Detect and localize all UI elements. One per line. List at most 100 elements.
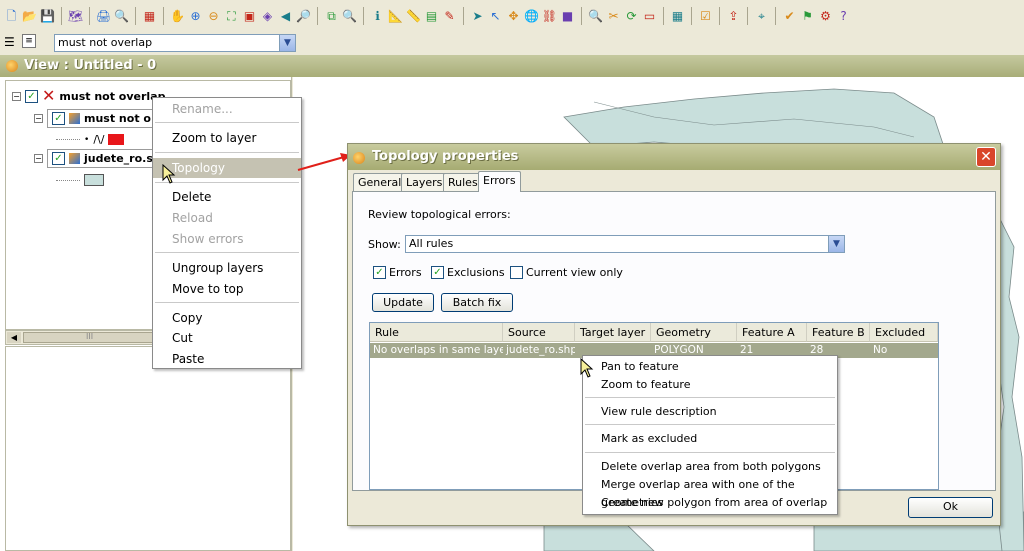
- menu-item-rename[interactable]: Rename...: [153, 99, 301, 119]
- collapse-icon[interactable]: −: [34, 154, 43, 163]
- save-icon[interactable]: 💾: [40, 8, 55, 23]
- pointer-icon[interactable]: ➤: [470, 8, 485, 23]
- pencil-icon[interactable]: ✎: [442, 8, 457, 23]
- link-icon[interactable]: ⛓: [542, 8, 557, 23]
- move-icon[interactable]: ✥: [506, 8, 521, 23]
- search-icon[interactable]: 🔎: [296, 8, 311, 23]
- zoom-window-icon[interactable]: ⧉: [324, 8, 339, 23]
- checkbox-checked-icon[interactable]: ✓: [373, 266, 386, 279]
- tab-general[interactable]: General: [353, 173, 407, 192]
- layers-icon[interactable]: 🗺: [68, 8, 83, 23]
- back-icon[interactable]: ◀: [278, 8, 293, 23]
- update-button[interactable]: Update: [372, 293, 434, 312]
- gray-square-icon[interactable]: ■: [560, 8, 575, 23]
- gear-icon[interactable]: ⚙: [818, 8, 833, 23]
- new-icon[interactable]: 🗋: [4, 8, 19, 23]
- layer-list-icon[interactable]: ≡: [22, 34, 36, 48]
- target-icon[interactable]: ⌖: [754, 8, 769, 23]
- column-header-source-layer[interactable]: Source layer: [503, 323, 575, 358]
- zoom-page-icon[interactable]: 🔍: [114, 8, 129, 23]
- open-icon[interactable]: 📂: [22, 8, 37, 23]
- show-rules-select[interactable]: All rules ▼: [405, 235, 845, 253]
- menu-item-view-rule-description[interactable]: View rule description: [583, 403, 837, 421]
- layer-select[interactable]: must not overlap ▼: [54, 34, 296, 52]
- menu-item-pan-to-feature[interactable]: Pan to feature: [583, 358, 837, 376]
- scroll-left-icon[interactable]: ◀: [7, 332, 21, 343]
- chevron-down-icon[interactable]: ▼: [279, 35, 295, 51]
- topology-visibility-checkbox[interactable]: ✓: [25, 89, 38, 103]
- edit-layers-icon[interactable]: ☰: [4, 35, 15, 49]
- layer-stack-icon[interactable]: ◈: [260, 8, 275, 23]
- error-flag-icon[interactable]: ⚑: [800, 8, 815, 23]
- select-icon[interactable]: ▣: [242, 8, 257, 23]
- menu-item-delete-overlap[interactable]: Delete overlap area from both polygons: [583, 458, 837, 476]
- menu-item-zoom-to-layer[interactable]: Zoom to layer: [153, 128, 301, 148]
- rotate-icon[interactable]: ⟳: [624, 8, 639, 23]
- column-header-rule[interactable]: Rule: [370, 323, 503, 342]
- globe-icon[interactable]: 🌐: [524, 8, 539, 23]
- tab-rules[interactable]: Rules: [443, 173, 483, 192]
- menu-item-delete[interactable]: Delete: [153, 187, 301, 207]
- checklist-icon[interactable]: ☑: [698, 8, 713, 23]
- tab-layers[interactable]: Layers: [401, 173, 448, 192]
- checkbox-unchecked-icon[interactable]: [510, 266, 523, 279]
- scroll-thumb[interactable]: III: [23, 332, 163, 343]
- column-header-target-layer[interactable]: Target layer: [575, 323, 651, 342]
- layer1-visibility-checkbox[interactable]: ✓: [52, 112, 65, 125]
- chevron-down-icon[interactable]: ▼: [828, 236, 844, 252]
- exclusions-checkbox[interactable]: ✓ Exclusions: [431, 266, 505, 279]
- errors-checkbox[interactable]: ✓ Errors: [373, 266, 422, 279]
- close-icon[interactable]: ✕: [976, 147, 996, 167]
- menu-item-show-errors[interactable]: Show errors: [153, 229, 301, 249]
- menu-item-reload[interactable]: Reload: [153, 208, 301, 228]
- current-view-only-checkbox[interactable]: Current view only: [510, 266, 623, 279]
- properties-icon[interactable]: ▦: [142, 8, 157, 23]
- table-icon[interactable]: ▤: [424, 8, 439, 23]
- layer2-visibility-checkbox[interactable]: ✓: [52, 152, 65, 165]
- batch-fix-button[interactable]: Batch fix: [441, 293, 513, 312]
- tab-errors[interactable]: Errors: [478, 171, 521, 192]
- menu-item-copy[interactable]: Copy: [153, 308, 301, 328]
- info-icon[interactable]: ℹ: [370, 8, 385, 23]
- layer1-box[interactable]: ✓ must not o: [47, 109, 156, 128]
- zoom-select-icon[interactable]: 🔍: [588, 8, 603, 23]
- zoom-out-icon[interactable]: ⊖: [206, 8, 221, 23]
- ruler-icon[interactable]: 📏: [406, 8, 421, 23]
- column-header-feature-b[interactable]: Feature B: [807, 323, 870, 342]
- cell-excluded[interactable]: No: [870, 343, 938, 358]
- dialog-titlebar[interactable]: Topology properties: [348, 144, 1000, 170]
- menu-item-mark-as-excluded[interactable]: Mark as excluded: [583, 430, 837, 448]
- select-arrow-icon[interactable]: ↖: [488, 8, 503, 23]
- menu-item-ungroup-layers[interactable]: Ungroup layers: [153, 258, 301, 278]
- menu-item-move-to-top[interactable]: Move to top: [153, 279, 301, 299]
- toc-layer1-row[interactable]: − ✓ must not o: [34, 109, 156, 128]
- toc-topology-row[interactable]: − ✓ ✕ must not overlap: [12, 88, 166, 104]
- help-icon[interactable]: ?: [836, 8, 851, 23]
- cell-rule[interactable]: No overlaps in same layer: [370, 343, 503, 358]
- export-icon[interactable]: ⇪: [726, 8, 741, 23]
- menu-item-zoom-to-feature[interactable]: Zoom to feature: [583, 376, 837, 394]
- menu-item-paste[interactable]: Paste: [153, 349, 301, 369]
- pan-icon[interactable]: ✋: [170, 8, 185, 23]
- toc-layer2-row[interactable]: − ✓ judete_ro.s: [34, 149, 158, 168]
- column-header-geometry-type[interactable]: Geometry type: [651, 323, 737, 358]
- zoom-magnify-icon[interactable]: 🔍: [342, 8, 357, 23]
- box-icon[interactable]: ▭: [642, 8, 657, 23]
- measure-icon[interactable]: 📐: [388, 8, 403, 23]
- menu-item-merge-overlap[interactable]: Merge overlap area with one of the geome…: [583, 476, 837, 509]
- menu-item-cut[interactable]: Cut: [153, 328, 301, 348]
- ok-button[interactable]: Ok: [908, 497, 993, 518]
- column-header-feature-a[interactable]: Feature A: [737, 323, 807, 342]
- full-extent-icon[interactable]: ⛶: [224, 8, 239, 23]
- print-preview-icon[interactable]: 🖨: [96, 8, 111, 23]
- menu-item-create-polygon-from-overlap[interactable]: Create new polygon from area of overlap: [583, 494, 837, 512]
- checkbox-checked-icon[interactable]: ✓: [431, 266, 444, 279]
- layer2-box[interactable]: ✓ judete_ro.s: [47, 149, 158, 168]
- validate-icon[interactable]: ✔: [782, 8, 797, 23]
- edit-tool-icon[interactable]: ✂: [606, 8, 621, 23]
- column-header-excluded[interactable]: Excluded: [870, 323, 938, 342]
- collapse-icon[interactable]: −: [34, 114, 43, 123]
- collapse-icon[interactable]: −: [12, 91, 21, 101]
- grid-icon[interactable]: ▦: [670, 8, 685, 23]
- zoom-in-icon[interactable]: ⊕: [188, 8, 203, 23]
